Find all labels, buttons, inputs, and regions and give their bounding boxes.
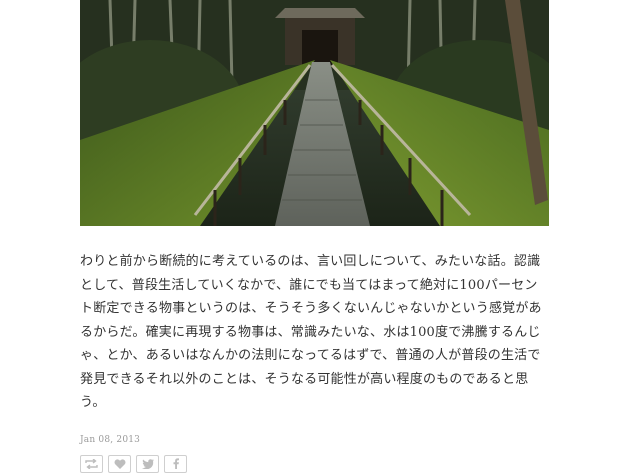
temple-path-photo xyxy=(80,0,549,226)
reblog-button[interactable] xyxy=(80,454,103,473)
post-action-bar xyxy=(80,454,550,473)
post-date: Jan 08, 2013 xyxy=(80,434,141,445)
facebook-icon xyxy=(173,458,179,469)
post-photo xyxy=(80,0,549,226)
blog-post: わりと前から断続的に考えているのは、言い回しについて、みたいな話。認識として、普… xyxy=(80,0,550,473)
twitter-bird-icon xyxy=(141,458,154,469)
facebook-share-button[interactable] xyxy=(164,454,187,473)
reblog-icon xyxy=(85,458,98,469)
like-button[interactable] xyxy=(108,454,131,473)
post-body-text: わりと前から断続的に考えているのは、言い回しについて、みたいな話。認識として、普… xyxy=(80,254,542,410)
tweet-button[interactable] xyxy=(136,454,159,473)
heart-icon xyxy=(114,458,125,469)
